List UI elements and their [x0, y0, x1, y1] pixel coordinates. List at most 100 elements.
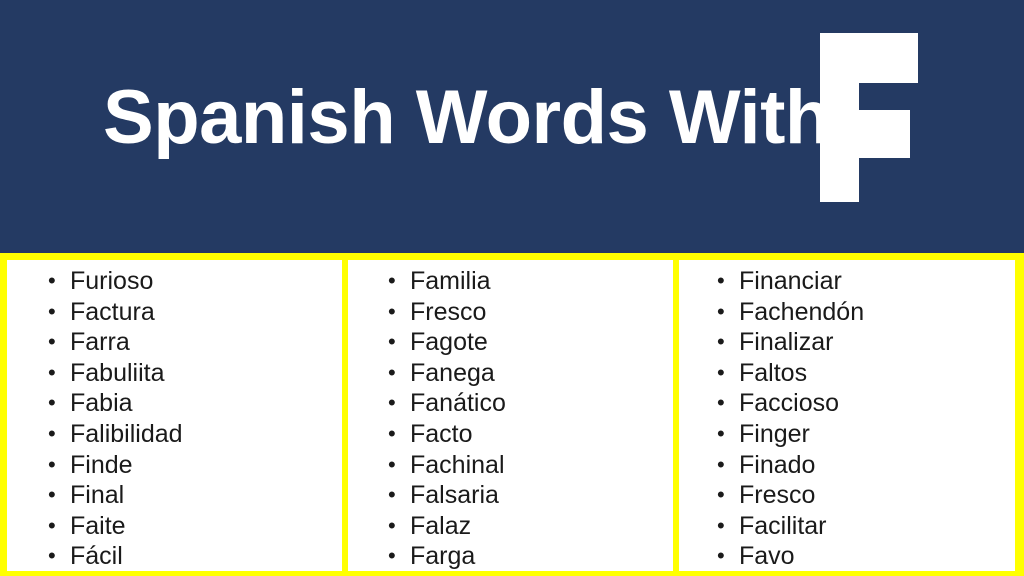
word-text: Fachinal	[410, 450, 505, 479]
word-text: Faite	[70, 511, 126, 540]
bullet-icon: •	[717, 268, 725, 293]
list-item: • Finde	[48, 450, 183, 481]
bullet-icon: •	[48, 298, 56, 324]
word-text: Factura	[70, 297, 155, 326]
word-text: Financiar	[739, 267, 842, 295]
list-item: • Furioso	[48, 266, 183, 297]
list-item: • Fanega	[388, 358, 506, 389]
word-text: Finger	[739, 419, 810, 448]
bullet-icon: •	[48, 420, 56, 446]
bullet-icon: •	[48, 482, 56, 508]
word-text: Facilitar	[739, 511, 827, 540]
list-item: • Favo	[717, 541, 864, 571]
word-list-3: • Financiar • Fachendón • Finalizar • Faltos…	[717, 266, 864, 571]
bullet-icon: •	[717, 482, 725, 508]
list-item: • Farra	[48, 327, 183, 358]
bullet-icon: •	[48, 512, 56, 538]
bullet-icon: •	[48, 451, 56, 477]
word-text: Fácil	[70, 542, 123, 571]
word-text: Fabuliita	[70, 358, 165, 387]
bullet-icon: •	[717, 512, 725, 538]
bullet-icon: •	[717, 390, 725, 416]
word-column-2: • Familia • Fresco • Fagote • Fanega • Fanáti…	[342, 260, 679, 571]
list-item: • Faite	[48, 511, 183, 542]
bullet-icon: •	[388, 482, 396, 508]
word-text: Finde	[70, 450, 133, 479]
word-text: Fresco	[739, 481, 816, 510]
list-item: • Fácil	[48, 541, 183, 571]
big-letter-f-graphic	[800, 6, 940, 221]
list-item: • Factura	[48, 297, 183, 328]
word-text: Fachendón	[739, 297, 865, 326]
word-text: Fagote	[410, 328, 488, 357]
bullet-icon: •	[388, 359, 396, 385]
bullet-icon: •	[48, 390, 56, 416]
word-column-1: • Furioso • Factura • Farra • Fabuliita • Fab…	[7, 260, 342, 571]
bullet-icon: •	[717, 298, 725, 324]
word-text: Furioso	[70, 267, 154, 295]
word-text: Finado	[739, 450, 816, 479]
bullet-icon: •	[48, 329, 56, 355]
bullet-icon: •	[48, 543, 56, 569]
bullet-icon: •	[388, 512, 396, 538]
list-item: • Fagote	[388, 327, 506, 358]
word-text: Fanático	[410, 389, 506, 418]
list-item: • Faltos	[717, 358, 864, 389]
bullet-icon: •	[717, 451, 725, 477]
word-text: Facto	[410, 419, 473, 448]
list-item: • Financiar	[717, 266, 864, 297]
bullet-icon: •	[388, 543, 396, 569]
word-text: Farra	[70, 328, 130, 357]
word-text: Fabia	[70, 389, 133, 418]
list-item: • Faccioso	[717, 388, 864, 419]
bullet-icon: •	[388, 329, 396, 355]
word-text: Fanega	[410, 358, 495, 387]
word-text: Faltos	[739, 358, 808, 387]
word-list-2: • Familia • Fresco • Fagote • Fanega • Fanáti…	[388, 266, 506, 571]
bullet-icon: •	[388, 390, 396, 416]
word-text: Favo	[739, 542, 795, 571]
word-text: Falsaria	[410, 481, 499, 510]
word-text: Familia	[410, 267, 491, 295]
list-item: • Finado	[717, 450, 864, 481]
list-item: • Fresco	[717, 480, 864, 511]
list-item: • Fanático	[388, 388, 506, 419]
infographic-page: Spanish Words With • Furioso • Factura • Fa…	[0, 0, 1024, 576]
word-text: Falibilidad	[70, 419, 183, 448]
page-title: Spanish Words With	[103, 75, 831, 160]
word-text: Faccioso	[739, 389, 840, 418]
list-item: • Fresco	[388, 297, 506, 328]
bullet-icon: •	[48, 359, 56, 385]
list-item: • Familia	[388, 266, 506, 297]
word-list-card: • Furioso • Factura • Farra • Fabuliita • Fab…	[0, 253, 1024, 576]
bullet-icon: •	[717, 329, 725, 355]
word-column-3: • Financiar • Fachendón • Finalizar • Faltos…	[679, 260, 1015, 571]
list-item: • Finger	[717, 419, 864, 450]
word-text: Farga	[410, 542, 476, 571]
bullet-icon: •	[717, 543, 725, 569]
bullet-icon: •	[48, 268, 56, 293]
word-text: Finalizar	[739, 328, 834, 357]
bullet-icon: •	[388, 420, 396, 446]
word-text: Final	[70, 481, 125, 510]
bullet-icon: •	[388, 268, 396, 293]
word-list-1: • Furioso • Factura • Farra • Fabuliita • Fab…	[48, 266, 183, 571]
list-item: • Farga	[388, 541, 506, 571]
list-item: • Finalizar	[717, 327, 864, 358]
list-item: • Facilitar	[717, 511, 864, 542]
bullet-icon: •	[717, 420, 725, 446]
list-item: • Fabia	[48, 388, 183, 419]
list-item: • Facto	[388, 419, 506, 450]
list-item: • Falaz	[388, 511, 506, 542]
bullet-icon: •	[388, 298, 396, 324]
bullet-icon: •	[717, 359, 725, 385]
header-banner: Spanish Words With	[0, 0, 1024, 253]
bullet-icon: •	[388, 451, 396, 477]
word-text: Falaz	[410, 511, 472, 540]
list-item: • Falsaria	[388, 480, 506, 511]
list-item: • Fachendón	[717, 297, 864, 328]
list-item: • Final	[48, 480, 183, 511]
list-item: • Falibilidad	[48, 419, 183, 450]
list-item: • Fabuliita	[48, 358, 183, 389]
word-text: Fresco	[410, 297, 487, 326]
